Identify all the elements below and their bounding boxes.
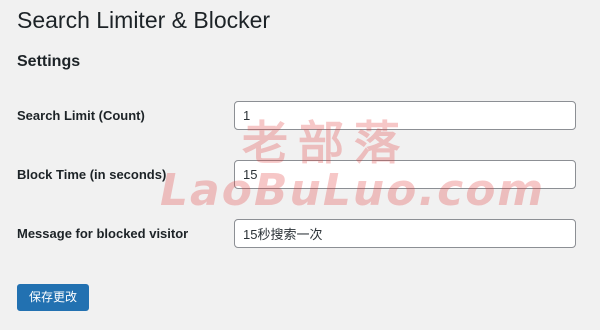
save-changes-button[interactable]: 保存更改 xyxy=(17,284,90,311)
blocked-message-row: Message for blocked visitor xyxy=(17,219,577,249)
settings-page: Search Limiter & Blocker Settings Search… xyxy=(0,0,600,330)
page-title: Search Limiter & Blocker xyxy=(17,7,271,33)
search-limit-input[interactable] xyxy=(234,101,576,130)
block-time-input[interactable] xyxy=(234,160,576,189)
blocked-message-label: Message for blocked visitor xyxy=(17,226,189,241)
search-limit-row: Search Limit (Count) xyxy=(17,101,577,131)
blocked-message-input[interactable] xyxy=(234,219,576,248)
block-time-label: Block Time (in seconds) xyxy=(17,167,167,182)
search-limit-label: Search Limit (Count) xyxy=(17,108,145,123)
block-time-row: Block Time (in seconds) xyxy=(17,160,577,190)
section-title: Settings xyxy=(17,53,81,70)
